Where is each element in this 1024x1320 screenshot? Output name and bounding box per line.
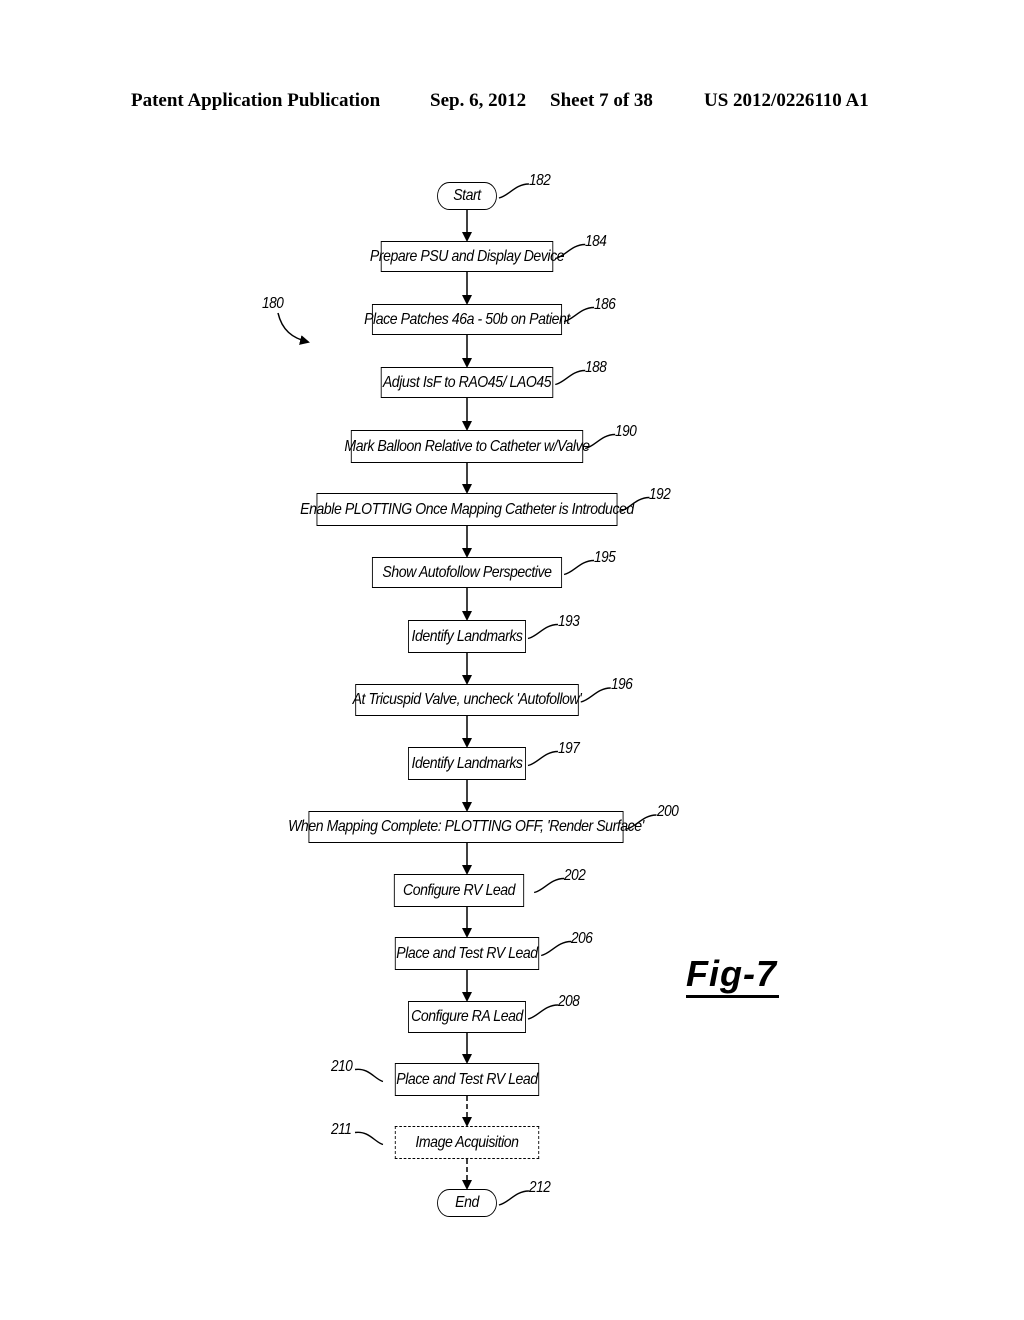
step-ref-number: 200 — [656, 803, 679, 820]
flow-step-label: Start — [453, 187, 481, 204]
flow-step-label: Prepare PSU and Display Device — [369, 247, 565, 265]
flow-step-label: Place and Test RV Lead — [396, 1070, 538, 1088]
flow-step: Show Autofollow Perspective — [371, 557, 563, 588]
flow-step-label: When Mapping Complete: PLOTTING OFF, 'Re… — [288, 818, 644, 835]
leader-line — [527, 750, 558, 767]
flow-step: Enable PLOTTING Once Mapping Catheter is… — [300, 493, 634, 526]
step-ref-number: 211 — [331, 1120, 352, 1138]
flow-step: Image Acquisition — [394, 1126, 540, 1159]
step-ref-number: 184 — [585, 232, 607, 250]
flow-step-label: End — [455, 1194, 479, 1211]
step-ref-number: 192 — [649, 485, 671, 503]
figure-ref-number: 180 — [262, 295, 284, 312]
leader-line — [563, 559, 595, 576]
step-ref-number: 210 — [331, 1057, 353, 1075]
step-ref-number: 193 — [557, 612, 580, 630]
flow-step: Place Patches 46a - 50b on Patient — [364, 304, 570, 335]
flow-step: Mark Balloon Relative to Catheter w/Valv… — [344, 430, 590, 463]
leader-line — [527, 623, 558, 640]
leader-line — [354, 1068, 384, 1083]
figure-label: Fig-7 — [686, 955, 779, 998]
flow-step-label: Show Autofollow Perspective — [382, 563, 552, 581]
flow-step: Identify Landmarks — [408, 747, 526, 780]
flow-step-label: Adjust IsF to RAO45/ LAO45 — [382, 373, 552, 391]
flow-step: Place and Test RV Lead — [394, 1063, 540, 1096]
connector-layer — [277, 183, 657, 1206]
flow-step: Configure RA Lead — [408, 1001, 526, 1033]
flow-step: Adjust IsF to RAO45/ LAO45 — [380, 367, 554, 398]
flow-step-label: Enable PLOTTING Once Mapping Catheter is… — [300, 500, 634, 518]
step-ref-number: 212 — [528, 1179, 551, 1196]
leader-line — [533, 877, 565, 894]
flow-step: Configure RV Lead — [393, 874, 525, 907]
leader-line — [580, 687, 611, 703]
flow-step: Prepare PSU and Display Device — [370, 241, 565, 272]
step-ref-number: 195 — [594, 548, 616, 566]
step-ref-number: 208 — [557, 993, 580, 1010]
flow-step-label: Place and Test RV Lead — [396, 944, 538, 962]
leader-line — [498, 1190, 529, 1206]
start-terminal: Start — [437, 182, 497, 210]
step-ref-number: 202 — [564, 866, 586, 884]
flow-step-label: Mark Balloon Relative to Catheter w/Valv… — [344, 437, 590, 455]
leader-line — [354, 1131, 384, 1146]
leader-line — [498, 183, 529, 199]
leader-line — [555, 369, 586, 386]
flow-step: Identify Landmarks — [408, 620, 526, 653]
leader-line — [540, 940, 572, 957]
flow-step-label: Configure RV Lead — [402, 881, 516, 899]
step-ref-number: 182 — [528, 172, 551, 189]
figure-ref-arrow — [277, 312, 310, 345]
leader-line — [584, 433, 616, 450]
end-terminal: End — [437, 1189, 497, 1217]
flow-step-label: Place Patches 46a - 50b on Patient — [364, 310, 570, 328]
flow-step-label: Identify Landmarks — [411, 754, 523, 772]
flow-step-label: Configure RA Lead — [411, 1008, 523, 1025]
flow-step-label: Image Acquisition — [415, 1133, 519, 1151]
step-ref-number: 190 — [615, 422, 637, 440]
flow-step-label: At Tricuspid Valve, uncheck 'Autofollow' — [352, 691, 582, 708]
flow-step-label: Identify Landmarks — [411, 627, 523, 645]
flow-step: When Mapping Complete: PLOTTING OFF, 'Re… — [288, 811, 644, 843]
flow-step: At Tricuspid Valve, uncheck 'Autofollow' — [352, 684, 582, 716]
step-ref-number: 196 — [610, 676, 633, 693]
step-ref-number: 206 — [571, 929, 593, 947]
step-ref-number: 188 — [585, 358, 607, 376]
flow-step: Place and Test RV Lead — [394, 937, 540, 970]
leader-line — [527, 1004, 558, 1020]
step-ref-number: 197 — [557, 739, 580, 757]
step-ref-number: 186 — [594, 295, 616, 313]
